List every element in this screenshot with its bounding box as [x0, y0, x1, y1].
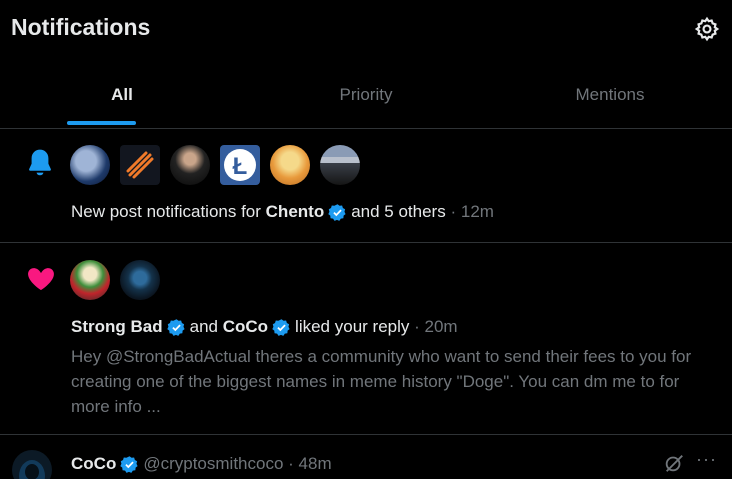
tab-mentions[interactable]: Mentions	[488, 62, 732, 128]
svg-text:Ł: Ł	[233, 153, 248, 180]
user-name[interactable]: Chento	[266, 202, 325, 222]
gear-icon[interactable]	[694, 16, 720, 42]
notification-like[interactable]: Strong Bad and CoCo liked your reply · 2…	[0, 243, 732, 435]
avatar-row: Ł	[70, 145, 360, 185]
avatar[interactable]	[270, 145, 310, 185]
avatar[interactable]	[120, 260, 160, 300]
verified-badge-icon	[166, 318, 185, 336]
avatar[interactable]	[170, 145, 210, 185]
avatar[interactable]	[12, 450, 52, 479]
verified-badge-icon	[328, 203, 346, 221]
timestamp: 12m	[460, 202, 494, 221]
notification-new-post[interactable]: Ł New post notifications for Chento and …	[0, 129, 732, 243]
avatar-row	[70, 260, 160, 300]
avatar[interactable]	[320, 145, 360, 185]
verified-badge-icon	[272, 318, 290, 336]
user-name[interactable]: CoCo	[223, 317, 268, 337]
page-title: Notifications	[11, 14, 151, 40]
heart-icon	[28, 268, 54, 290]
notification-text: New post notifications for Chento and 5 …	[71, 202, 494, 222]
tab-bar: All Priority Mentions	[0, 62, 732, 129]
avatar[interactable]	[120, 145, 160, 185]
timestamp: 48m	[298, 454, 332, 473]
avatar[interactable]: Ł	[220, 145, 260, 185]
grok-icon[interactable]	[663, 452, 685, 474]
header: Notifications	[0, 0, 732, 60]
avatar[interactable]	[70, 260, 110, 300]
timestamp: 20m	[424, 317, 458, 336]
more-options-button[interactable]: ···	[696, 449, 717, 470]
avatar[interactable]	[70, 145, 110, 185]
notification-post[interactable]: CoCo @cryptosmithcoco · 48m ···	[0, 435, 732, 479]
user-name[interactable]: Strong Bad	[71, 317, 163, 337]
bell-icon	[29, 149, 51, 176]
active-tab-indicator	[67, 121, 136, 125]
tab-priority[interactable]: Priority	[244, 62, 488, 128]
tab-all[interactable]: All	[0, 62, 244, 128]
reply-text: Hey @StrongBadActual theres a community …	[71, 347, 692, 416]
user-handle[interactable]: @cryptosmithcoco	[143, 454, 283, 474]
notification-text: Strong Bad and CoCo liked your reply · 2…	[71, 317, 458, 337]
post-header: CoCo @cryptosmithcoco · 48m	[71, 454, 332, 474]
verified-badge-icon	[120, 455, 138, 473]
user-name[interactable]: CoCo	[71, 454, 116, 474]
